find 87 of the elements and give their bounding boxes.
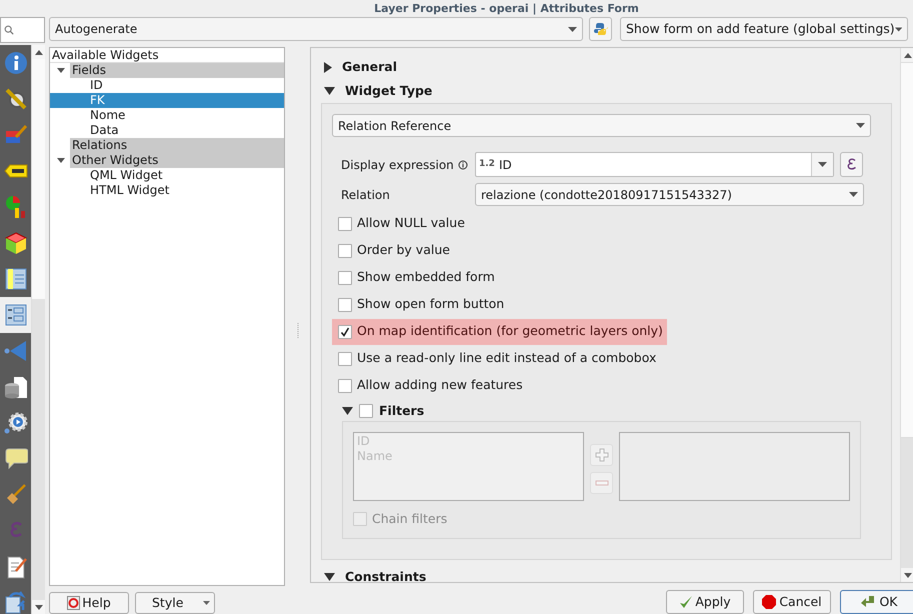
scrollbar[interactable] [31,45,45,614]
gear-icon [4,411,28,435]
section-toggle-icon[interactable] [324,87,335,95]
checkbox-label: Chain filters [372,510,448,528]
form-icon [4,303,28,327]
scroll-up-icon[interactable] [34,50,42,54]
window-title: Layer Properties - operai | Attributes Form [374,2,639,14]
form-suppress-dropdown[interactable]: Show form on add feature (global settings) [620,17,908,41]
caret-icon [856,123,865,128]
tree-item[interactable]: HTML Widget [50,183,284,198]
field-label: Display expression [341,156,454,174]
python-button[interactable] [589,17,612,41]
tree-item[interactable]: FK [50,93,284,108]
stop-icon [762,595,776,609]
tree-item[interactable]: ID [50,78,284,93]
scroll-handle[interactable] [901,62,913,438]
filters-toggle-icon[interactable] [342,407,353,415]
apply-button[interactable]: Apply [666,590,744,614]
checkbox[interactable] [338,352,352,366]
widget-type-dropdown[interactable]: Relation Reference [332,114,871,137]
caret-icon [568,26,577,32]
section-title: Widget Type [345,82,432,100]
splitter-handle-icon[interactable] [296,322,298,338]
checkbox[interactable] [338,270,352,284]
checkbox[interactable] [359,404,373,418]
expression-button[interactable] [840,152,863,177]
checkbox[interactable] [338,216,352,230]
checkmark-icon [679,595,694,609]
cancel-button[interactable]: Cancel [753,590,831,614]
help-button[interactable]: Help [49,592,129,614]
section-toggle-icon[interactable] [324,62,332,72]
triangle-icon [4,339,28,363]
expand-arrow-icon[interactable] [57,68,65,73]
cube-icon [4,231,28,255]
number-type-label: 1.2 [478,158,496,171]
style-button[interactable]: Style [135,592,215,614]
caret-icon [203,601,210,605]
arrow-icon [860,595,876,609]
checkbox[interactable] [338,324,352,338]
relation-dropdown[interactable]: relazione (condotte20180917151543327) [475,183,864,206]
search-field[interactable] [0,17,45,43]
section-title: Constraints [345,568,426,582]
wrench-gear-icon [4,87,28,111]
caret-icon [894,26,902,32]
caret-icon [818,162,827,167]
section-toggle-icon[interactable] [324,573,335,581]
speech-bubble-icon [4,447,28,471]
checkbox[interactable] [338,244,352,258]
tree-item[interactable]: Data [50,123,284,138]
checkbox-option[interactable]: Use a read-only line edit instead of a combobox [332,346,660,372]
python-icon [594,22,608,36]
group-title: Filters [379,402,424,420]
checkbox-option[interactable]: On map identification (for geometric layers only) [332,318,667,344]
checkbox-option[interactable]: Allow NULL value [332,210,469,236]
search-icon [4,24,14,36]
arrows-icon [4,591,28,614]
chart-icon [4,195,28,219]
dropdown-button[interactable] [811,153,833,176]
expression-field[interactable]: 1.2 ID [475,152,834,177]
epsilon-icon [846,158,856,171]
checkbox[interactable] [338,378,352,392]
section-title: General [342,58,397,76]
checkbox-option[interactable]: Show embedded form [332,264,499,290]
info-icon [458,160,468,170]
caret-icon [849,192,858,197]
scroll-down-icon[interactable] [34,604,42,610]
scroll-handle[interactable] [32,59,45,299]
tree-item[interactable]: QML Widget [50,168,284,183]
table-icon [4,267,28,291]
field-label: Relation [341,186,391,204]
checkbox-option[interactable]: Show open form button [332,292,508,318]
scrollbar[interactable] [900,48,913,582]
checkbox-option[interactable]: Order by value [332,238,454,264]
scroll-down-icon[interactable] [904,572,912,578]
database-icon [4,375,28,399]
info-icon [4,51,28,75]
expand-arrow-icon[interactable] [57,158,65,163]
lifebuoy-icon [67,596,80,610]
minus-icon [594,480,608,486]
scroll-up-icon[interactable] [904,52,912,58]
checkbox-option[interactable]: Allow adding new features [332,372,527,398]
plus-icon [594,448,608,462]
ok-button[interactable]: OK [840,590,913,614]
check-icon [340,326,350,336]
checkbox[interactable] [338,298,352,312]
layout-dropdown[interactable]: Autogenerate [49,17,583,41]
tree-item[interactable]: Nome [50,108,284,123]
